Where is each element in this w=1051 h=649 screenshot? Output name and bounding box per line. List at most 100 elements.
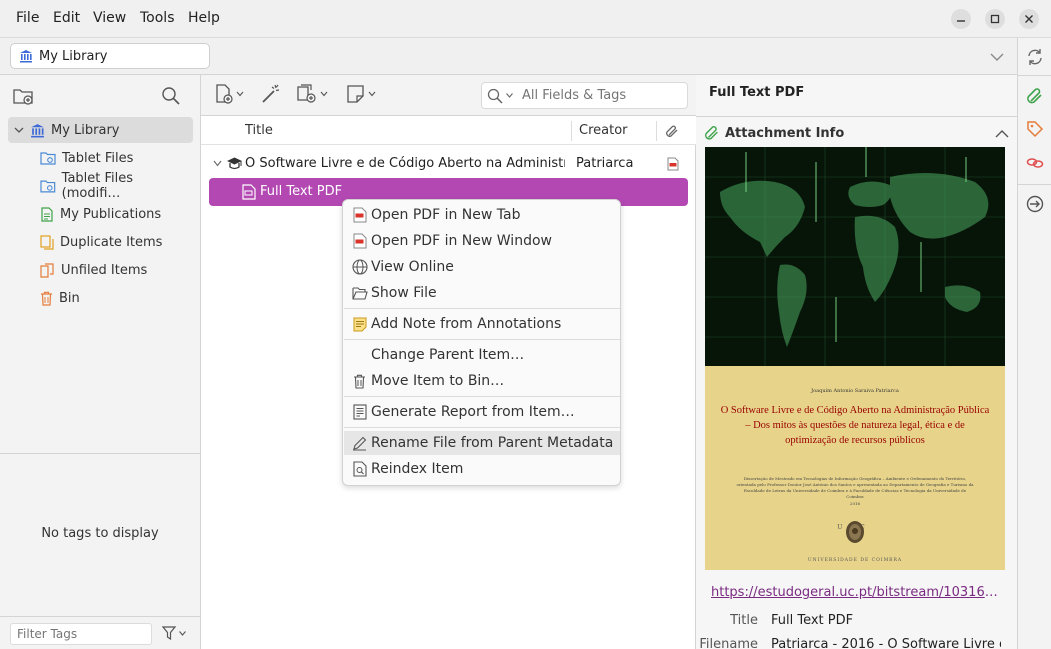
magic-wand-icon (262, 84, 280, 103)
search-field[interactable] (481, 82, 688, 109)
pdf-icon (353, 233, 366, 249)
collection-my-library[interactable]: My Library (8, 117, 193, 143)
tag-selector-actions-button[interactable] (162, 626, 186, 640)
locate-icon[interactable] (1026, 195, 1044, 213)
add-by-identifier-button[interactable] (261, 84, 281, 104)
chevron-down-icon[interactable] (506, 93, 513, 98)
attachment-preview[interactable]: Joaquim Antonio Saraiva Patriarca O Soft… (705, 147, 1005, 570)
attachment-column-icon[interactable] (665, 124, 679, 138)
menu-item-open-pdf-new-tab[interactable]: Open PDF in New Tab (344, 203, 620, 227)
menu-item-show-file[interactable]: Show File (344, 281, 620, 305)
trash-icon (354, 374, 365, 389)
menu-item-change-parent-item[interactable]: Change Parent Item… (344, 343, 620, 367)
menu-item-label: Add Note from Annotations (371, 316, 562, 332)
minimize-button[interactable] (951, 9, 971, 29)
column-title[interactable]: Title (245, 123, 273, 138)
collection-duplicate-items[interactable]: Duplicate Items (8, 229, 193, 255)
collection-label: My Library (51, 122, 120, 138)
collection-tablet-files-modified[interactable]: Tablet Files (modifi… (8, 171, 193, 201)
tablet-folder-icon (40, 180, 56, 193)
add-attachment-button[interactable] (296, 84, 328, 104)
item-pane: Full Text PDF Attachment Info Joaquim An… (696, 75, 1017, 649)
add-attachment-icon (297, 84, 316, 103)
menu-item-add-note-from-annotations[interactable]: Add Note from Annotations (344, 312, 620, 336)
collection-my-publications[interactable]: My Publications (8, 201, 193, 227)
chevron-down-icon (320, 91, 328, 97)
pdf-icon (353, 207, 366, 223)
chevron-down-icon[interactable] (14, 125, 24, 135)
collection-bin[interactable]: Bin (8, 285, 193, 311)
column-header: Title Creator (201, 116, 696, 145)
item-title: O Software Livre e de Código Aberto na A… (245, 156, 565, 171)
search-input[interactable] (522, 88, 682, 103)
collection-label: Duplicate Items (60, 234, 163, 250)
menu-item-generate-report[interactable]: Generate Report from Item… (344, 400, 620, 424)
chevron-down-icon (368, 91, 376, 97)
menu-edit[interactable]: Edit (53, 10, 80, 26)
divider (696, 116, 1017, 117)
cover-author: Joaquim Antonio Saraiva Patriarca (811, 388, 899, 394)
tag-icon[interactable] (1026, 120, 1044, 138)
attachment-url-link[interactable]: https://estudogeral.uc.pt/bitstream/1031… (711, 585, 1001, 600)
menu-item-view-online[interactable]: View Online (344, 255, 620, 279)
trash-icon (41, 291, 52, 306)
report-icon (352, 404, 367, 420)
duplicate-icon (40, 234, 54, 250)
menu-help[interactable]: Help (188, 10, 220, 26)
menu-item-rename-file[interactable]: Rename File from Parent Metadata (344, 431, 620, 455)
tablet-folder-icon (40, 152, 56, 165)
close-button[interactable] (1019, 9, 1039, 29)
menu-view[interactable]: View (93, 10, 126, 26)
column-creator[interactable]: Creator (579, 123, 628, 138)
field-value-title[interactable]: Full Text PDF (771, 613, 1001, 628)
field-label-title: Title (730, 613, 758, 628)
menu-item-label: Show File (371, 285, 437, 301)
pdf-icon (242, 184, 256, 200)
tab-label: My Library (39, 48, 108, 64)
related-icon[interactable] (1026, 154, 1044, 172)
cover-description: Dissertação de Mestrado em Tecnologias d… (736, 476, 974, 499)
note-icon (347, 85, 364, 103)
world-map-image (705, 147, 1005, 366)
attachment-section-icon[interactable] (1026, 87, 1044, 105)
university-seal-icon (846, 521, 864, 543)
maximize-icon (990, 14, 1000, 24)
attachment-info-header[interactable]: Attachment Info (704, 123, 1009, 143)
item-title: Full Text PDF (260, 184, 343, 199)
publications-icon (41, 206, 53, 222)
thesis-icon (227, 157, 242, 170)
tab-my-library[interactable]: My Library (10, 43, 210, 69)
filter-tags-input[interactable] (10, 623, 152, 645)
pdf-icon[interactable] (667, 157, 679, 171)
divider (0, 616, 200, 617)
table-row[interactable]: O Software Livre e de Código Aberto na A… (209, 152, 688, 176)
cover-image (705, 147, 1005, 366)
collection-tablet-files[interactable]: Tablet Files (8, 145, 193, 171)
minimize-icon (957, 20, 965, 22)
menu-item-label: Move Item to Bin… (371, 373, 505, 389)
chevron-down-icon[interactable] (989, 52, 1005, 62)
new-note-button[interactable] (346, 84, 376, 104)
sync-icon[interactable] (1026, 48, 1044, 66)
chevron-up-icon[interactable] (995, 129, 1009, 138)
menu-item-reindex-item[interactable]: Reindex Item (344, 457, 620, 481)
menu-tools[interactable]: Tools (140, 10, 175, 26)
search-icon[interactable] (161, 86, 181, 106)
field-value-filename[interactable]: Patriarca - 2016 - O Software Livre e de… (771, 637, 1001, 649)
items-toolbar (201, 75, 696, 116)
new-item-button[interactable] (214, 84, 244, 104)
no-tags-message: No tags to display (41, 526, 159, 541)
cover-university: UNIVERSIDADE DE COIMBRA (807, 558, 903, 563)
new-collection-icon[interactable] (13, 86, 35, 106)
chevron-down-icon[interactable] (213, 160, 222, 167)
collection-unfiled-items[interactable]: Unfiled Items (8, 257, 193, 283)
item-pane-title: Full Text PDF (709, 85, 805, 100)
menu-item-open-pdf-new-window[interactable]: Open PDF in New Window (344, 229, 620, 253)
menu-file[interactable]: File (16, 10, 39, 26)
maximize-button[interactable] (985, 9, 1005, 29)
context-menu: Open PDF in New Tab Open PDF in New Wind… (342, 199, 621, 486)
menu-item-move-to-bin[interactable]: Move Item to Bin… (344, 369, 620, 393)
tab-bar: My Library (0, 38, 1017, 75)
attachment-icon (705, 126, 718, 140)
section-title: Attachment Info (725, 125, 845, 141)
